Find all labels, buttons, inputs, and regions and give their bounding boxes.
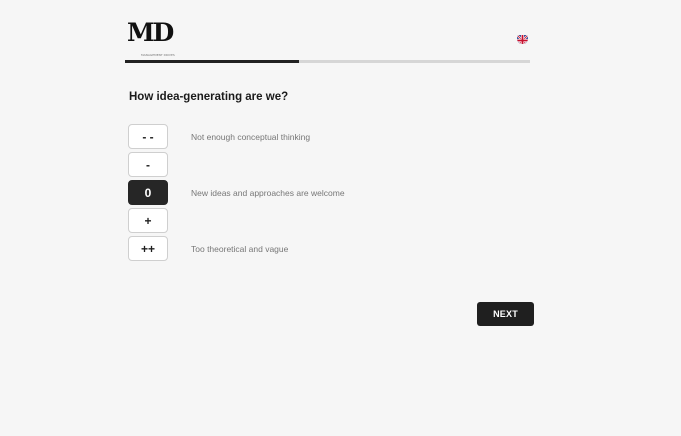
option-description: Too theoretical and vague <box>191 243 289 254</box>
rating-options: - - Not enough conceptual thinking - 0 N… <box>128 124 345 264</box>
option-row: + <box>128 208 168 233</box>
next-button[interactable]: NEXT <box>477 302 534 326</box>
progress-bar <box>125 60 530 63</box>
rating-button-very-low[interactable]: - - <box>128 124 168 149</box>
option-row: - <box>128 152 168 177</box>
rating-button-low[interactable]: - <box>128 152 168 177</box>
uk-flag-icon[interactable] <box>517 33 528 44</box>
option-row: 0 New ideas and approaches are welcome <box>128 180 345 205</box>
option-description: Not enough conceptual thinking <box>191 131 311 142</box>
option-description: New ideas and approaches are welcome <box>191 187 345 198</box>
option-row: - - Not enough conceptual thinking <box>128 124 310 149</box>
logo[interactable]: MD MANAGEMENT DRIVES <box>127 20 175 58</box>
rating-button-neutral[interactable]: 0 <box>128 180 168 205</box>
logo-tagline: MANAGEMENT DRIVES <box>141 53 175 57</box>
progress-fill <box>125 60 300 63</box>
option-row: ++ Too theoretical and vague <box>128 236 288 261</box>
assessment-page: MD MANAGEMENT DRIVES How idea-generating… <box>0 0 681 436</box>
rating-button-very-high[interactable]: ++ <box>128 236 168 261</box>
question-title: How idea-generating are we? <box>129 91 289 103</box>
rating-button-high[interactable]: + <box>128 208 168 233</box>
